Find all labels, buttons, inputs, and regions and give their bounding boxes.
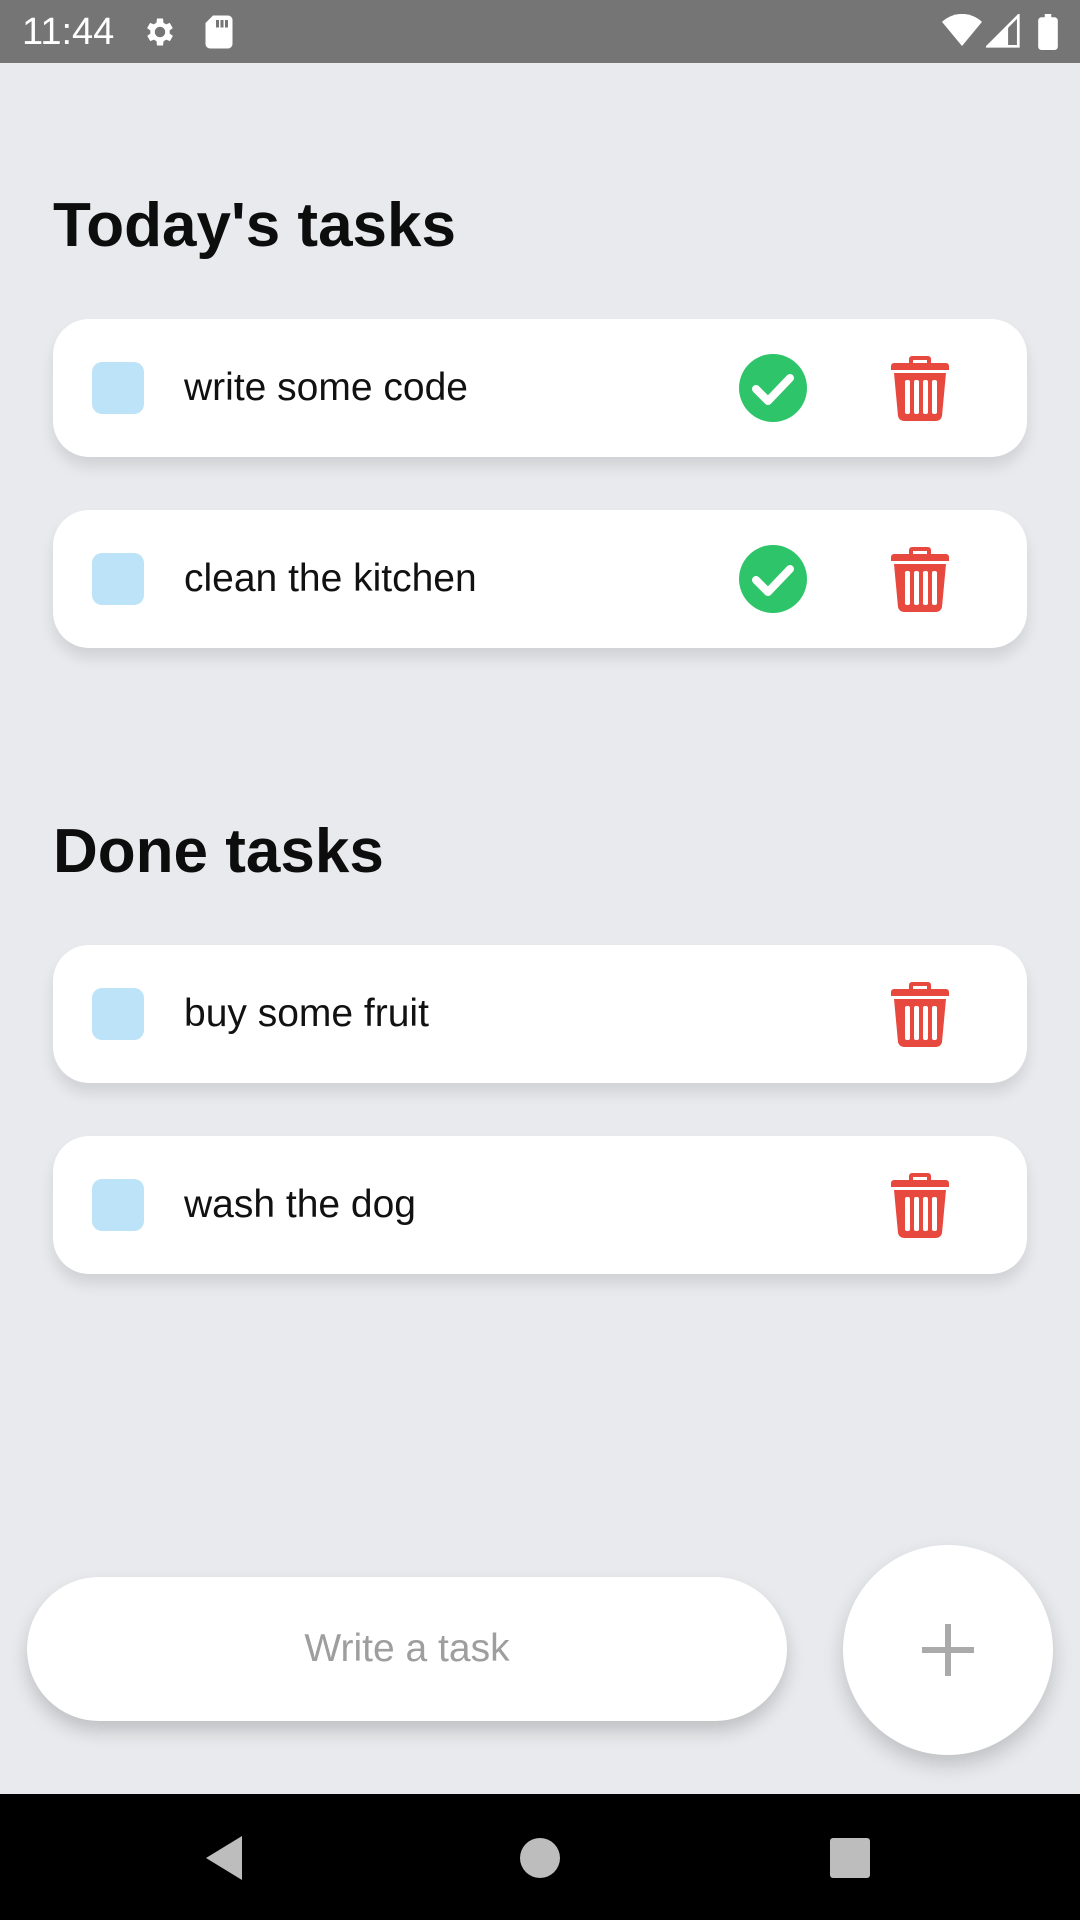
recents-icon[interactable]	[822, 1830, 878, 1886]
delete-task-button[interactable]	[886, 1171, 954, 1239]
complete-task-button[interactable]	[739, 545, 807, 613]
navigation-bar	[0, 1794, 1080, 1920]
trash-icon	[891, 1173, 949, 1239]
task-label: clean the kitchen	[184, 557, 477, 600]
task-input[interactable]	[27, 1577, 787, 1721]
task-card: buy some fruit	[53, 945, 1027, 1083]
delete-task-button[interactable]	[886, 980, 954, 1048]
task-checkbox[interactable]	[92, 553, 144, 605]
trash-icon	[891, 356, 949, 422]
delete-task-button[interactable]	[886, 354, 954, 422]
section-title-done: Done tasks	[53, 817, 384, 886]
task-label: wash the dog	[184, 1183, 417, 1226]
gear-icon	[142, 14, 178, 55]
battery-icon	[1038, 14, 1058, 55]
task-checkbox[interactable]	[92, 988, 144, 1040]
trash-icon	[891, 547, 949, 613]
check-circle-icon	[739, 354, 807, 422]
check-circle-icon	[739, 545, 807, 613]
task-card: wash the dog	[53, 1136, 1027, 1274]
complete-task-button[interactable]	[739, 354, 807, 422]
task-card: write some code	[53, 319, 1027, 457]
section-title-today: Today's tasks	[53, 191, 456, 260]
signal-icon	[984, 12, 1020, 53]
trash-icon	[891, 982, 949, 1048]
task-label: buy some fruit	[184, 992, 429, 1035]
delete-task-button[interactable]	[886, 545, 954, 613]
status-time: 11:44	[22, 11, 115, 53]
back-icon[interactable]	[198, 1830, 254, 1886]
task-checkbox[interactable]	[92, 362, 144, 414]
add-task-button[interactable]	[843, 1545, 1053, 1755]
task-checkbox[interactable]	[92, 1179, 144, 1231]
home-icon[interactable]	[512, 1830, 568, 1886]
task-card: clean the kitchen	[53, 510, 1027, 648]
sd-card-icon	[204, 14, 234, 55]
plus-icon	[922, 1624, 974, 1676]
status-bar: 11:44	[0, 0, 1080, 63]
task-label: write some code	[184, 366, 468, 409]
wifi-icon	[942, 13, 982, 53]
